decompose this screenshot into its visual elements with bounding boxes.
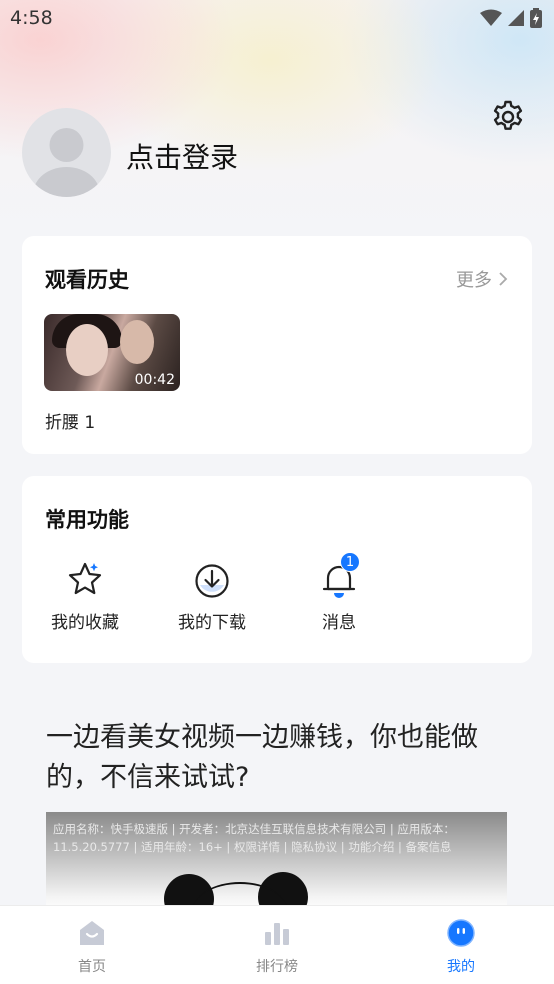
common-functions-title: 常用功能 xyxy=(45,508,129,532)
ranking-icon xyxy=(265,923,289,945)
status-time: 4:58 xyxy=(10,7,53,29)
signal-icon xyxy=(508,10,524,26)
video-duration: 00:42 xyxy=(134,372,175,388)
settings-button[interactable] xyxy=(490,99,526,135)
wifi-icon xyxy=(480,9,502,26)
favorites-label: 我的收藏 xyxy=(51,613,119,633)
nav-profile[interactable]: 我的 xyxy=(416,918,506,976)
nav-profile-label: 我的 xyxy=(447,959,475,975)
downloads-button[interactable]: 我的下载 xyxy=(162,560,262,633)
profile-icon xyxy=(447,919,475,947)
thumbnail-art xyxy=(66,324,108,376)
status-icons xyxy=(480,8,542,28)
common-functions-card: 常用功能 我的收藏 我的下载 1 消息 xyxy=(22,476,532,663)
more-label: 更多 xyxy=(456,270,492,291)
status-bar: 4:58 xyxy=(0,0,554,38)
watch-history-title: 观看历史 xyxy=(45,268,129,292)
watch-history-card: 观看历史 更多 00:42 折腰 1 xyxy=(22,236,532,454)
gear-icon xyxy=(493,100,523,130)
default-avatar-icon xyxy=(33,128,100,197)
bottom-navigation: 首页 排行榜 我的 xyxy=(0,905,554,984)
nav-ranking[interactable]: 排行榜 xyxy=(232,918,322,976)
messages-label: 消息 xyxy=(322,613,356,633)
battery-charging-icon xyxy=(530,8,542,28)
home-icon xyxy=(80,921,104,945)
history-video-title[interactable]: 折腰 1 xyxy=(45,408,95,433)
chevron-right-icon xyxy=(499,272,508,286)
avatar[interactable] xyxy=(22,108,111,197)
login-button[interactable]: 点击登录 xyxy=(126,136,238,176)
messages-button[interactable]: 1 消息 xyxy=(289,552,389,633)
ad-banner[interactable]: 应用名称：快手极速版 | 开发者：北京达佳互联信息技术有限公司 | 应用版本：1… xyxy=(46,812,507,912)
favorites-button[interactable]: 我的收藏 xyxy=(35,560,135,633)
nav-home-label: 首页 xyxy=(78,959,106,975)
message-count-badge: 1 xyxy=(340,552,360,572)
ad-headline[interactable]: 一边看美女视频一边赚钱，你也能做的，不信来试试? xyxy=(46,718,516,798)
history-video-thumbnail[interactable]: 00:42 xyxy=(44,314,180,391)
ad-app-info: 应用名称：快手极速版 | 开发者：北京达佳互联信息技术有限公司 | 应用版本：1… xyxy=(53,822,455,854)
nav-home[interactable]: 首页 xyxy=(47,918,137,976)
more-history-link[interactable]: 更多 xyxy=(456,266,508,292)
download-icon xyxy=(195,564,229,598)
star-icon xyxy=(68,562,102,595)
thumbnail-art xyxy=(120,320,154,364)
downloads-label: 我的下载 xyxy=(178,613,246,633)
nav-ranking-label: 排行榜 xyxy=(256,959,298,975)
